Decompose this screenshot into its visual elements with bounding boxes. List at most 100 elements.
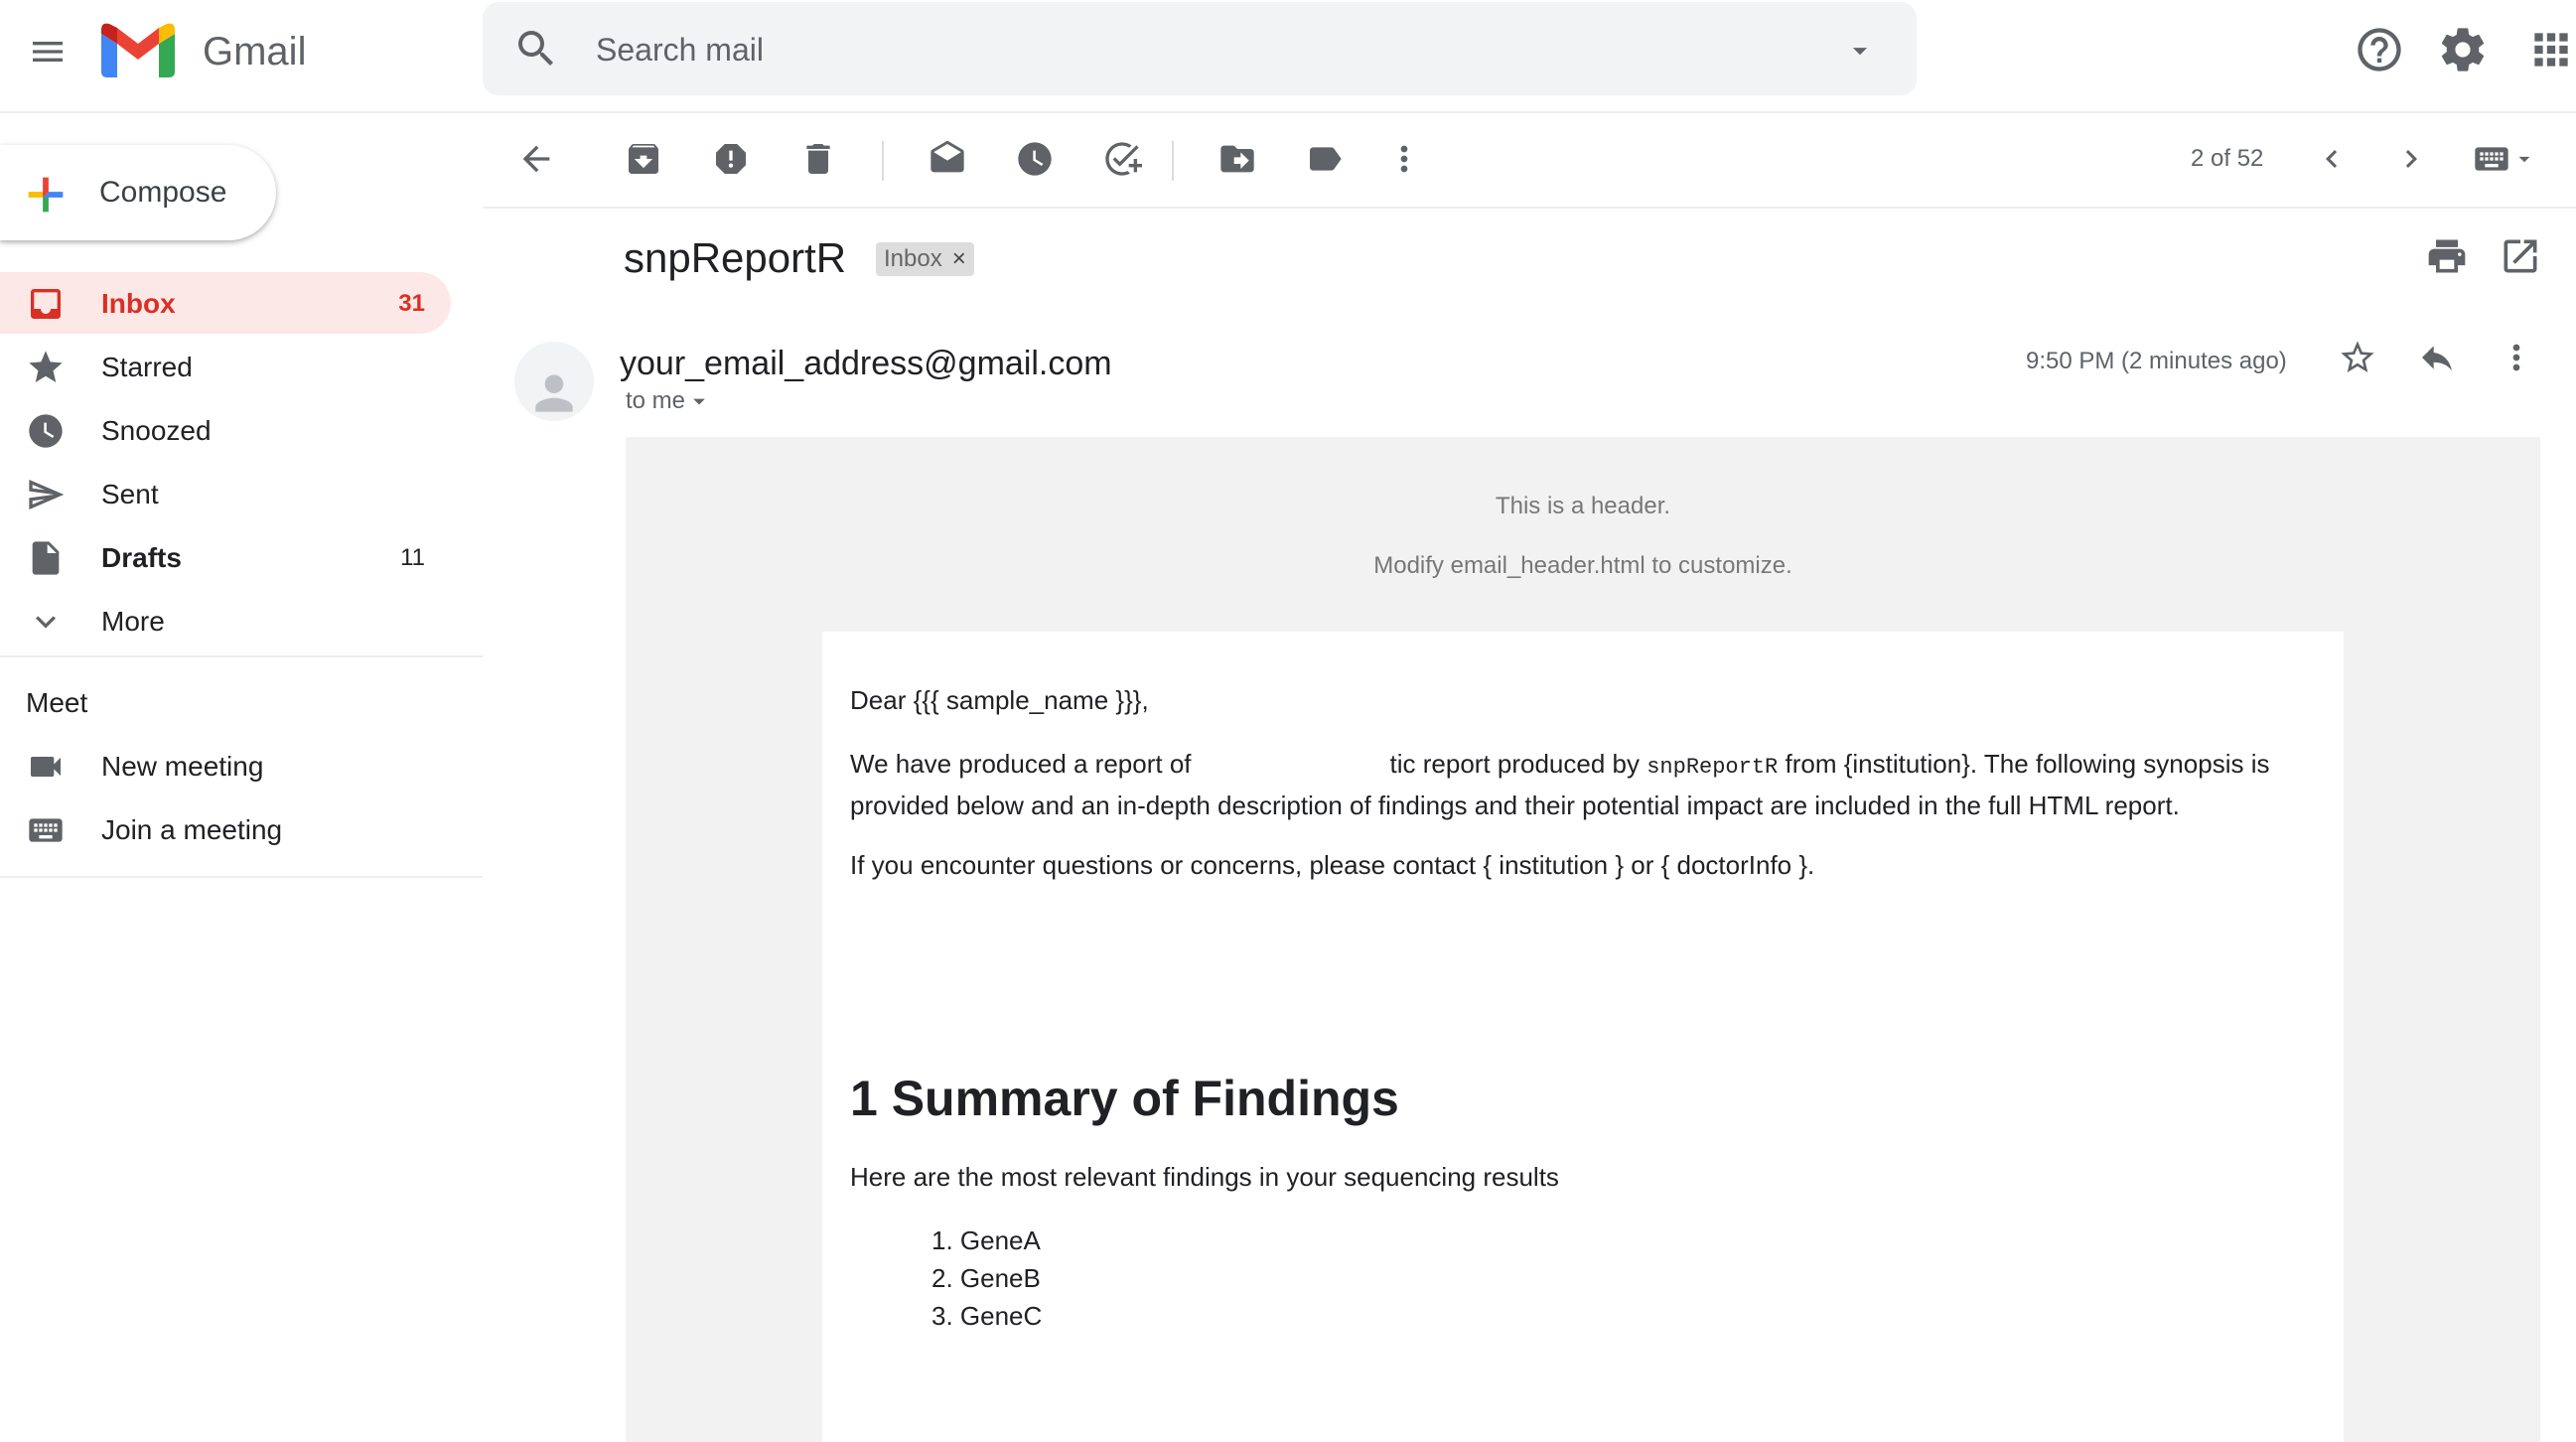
sidebar-item-sent[interactable]: Sent bbox=[0, 463, 451, 524]
newer-button[interactable] bbox=[2308, 135, 2356, 183]
sidebar-divider bbox=[0, 655, 483, 657]
hamburger-menu-icon bbox=[33, 42, 63, 62]
paragraph-text: from {institution}. The following synops… bbox=[1785, 749, 2270, 779]
clock-icon bbox=[1018, 142, 1052, 176]
paragraph-text: tic report produced by bbox=[1389, 749, 1640, 779]
draft-count: 11 bbox=[400, 544, 425, 571]
sidebar-item-label: Drafts bbox=[101, 542, 182, 573]
inbox-label-badge: Inbox × bbox=[876, 242, 974, 276]
label-icon bbox=[1310, 147, 1342, 171]
sidebar-item-drafts[interactable]: Drafts 11 bbox=[0, 526, 451, 588]
sidebar-item-label: Join a meeting bbox=[101, 814, 283, 845]
sidebar-item-label: Inbox bbox=[101, 288, 176, 319]
print-all-button[interactable] bbox=[2425, 234, 2473, 282]
message-more-button[interactable] bbox=[2497, 338, 2544, 385]
list-item: 1. GeneA bbox=[931, 1226, 1041, 1255]
gmail-m-icon bbox=[101, 23, 175, 77]
brand-name: Gmail bbox=[203, 30, 307, 73]
apps-grid-icon bbox=[2534, 33, 2568, 67]
plus-icon bbox=[20, 169, 72, 220]
gmail-logo[interactable] bbox=[101, 20, 175, 79]
toolbar-separator bbox=[1172, 141, 1174, 181]
findings-intro: Here are the most relevant findings in y… bbox=[850, 1162, 1559, 1192]
star-icon bbox=[26, 348, 66, 387]
sidebar-item-more[interactable]: More bbox=[0, 590, 451, 651]
reply-button[interactable] bbox=[2417, 338, 2465, 385]
older-button[interactable] bbox=[2387, 135, 2435, 183]
snooze-button[interactable] bbox=[1011, 135, 1059, 183]
support-button[interactable] bbox=[2354, 24, 2405, 75]
inline-code: snpReportR bbox=[1646, 755, 1779, 780]
caret-down-icon bbox=[2518, 156, 2530, 163]
send-icon bbox=[26, 475, 66, 514]
list-item: 3. GeneC bbox=[931, 1301, 1043, 1331]
more-vert-icon bbox=[1400, 145, 1408, 173]
clock-icon bbox=[26, 411, 66, 451]
more-vert-icon bbox=[2512, 344, 2520, 371]
sidebar-item-inbox[interactable]: Inbox 31 bbox=[0, 272, 451, 334]
sidebar-item-join-meeting[interactable]: Join a meeting bbox=[0, 798, 451, 860]
add-to-tasks-button[interactable] bbox=[1098, 135, 1146, 183]
move-to-icon bbox=[1220, 145, 1254, 173]
sidebar-item-snoozed[interactable]: Snoozed bbox=[0, 399, 451, 461]
message-timestamp: 9:50 PM (2 minutes ago) bbox=[2026, 348, 2287, 374]
more-actions-button[interactable] bbox=[1380, 135, 1428, 183]
back-button[interactable] bbox=[512, 135, 560, 183]
inbox-icon bbox=[26, 284, 66, 324]
sidebar-item-label: Sent bbox=[101, 479, 159, 509]
settings-button[interactable] bbox=[2437, 24, 2489, 75]
greeting: Dear {{{ sample_name }}}, bbox=[850, 685, 1149, 715]
google-apps-button[interactable] bbox=[2526, 24, 2576, 75]
main-menu-button[interactable] bbox=[20, 24, 75, 79]
sidebar-item-new-meeting[interactable]: New meeting bbox=[0, 735, 451, 796]
help-icon bbox=[2358, 28, 2401, 72]
keyboard-icon bbox=[26, 810, 66, 850]
archive-icon bbox=[629, 144, 658, 174]
compose-label: Compose bbox=[99, 176, 227, 209]
top-bar: Gmail bbox=[0, 0, 2576, 113]
gear-icon bbox=[2441, 28, 2485, 72]
message-toolbar: 2 of 52 bbox=[483, 111, 2576, 209]
caret-down-icon bbox=[1852, 48, 1868, 56]
recipient-details-toggle[interactable]: to me bbox=[626, 385, 713, 417]
contact-paragraph: If you encounter questions or concerns, … bbox=[850, 850, 1815, 880]
search-options-button[interactable] bbox=[1843, 34, 1877, 68]
labels-button[interactable] bbox=[1301, 135, 1349, 183]
open-new-window-button[interactable] bbox=[2499, 234, 2546, 282]
archive-button[interactable] bbox=[620, 135, 667, 183]
search-icon bbox=[518, 31, 553, 66]
sidebar-item-label: Starred bbox=[101, 352, 193, 382]
star-outline-icon bbox=[2341, 341, 2374, 372]
remove-label-button[interactable]: × bbox=[952, 245, 966, 273]
move-to-button[interactable] bbox=[1214, 135, 1261, 183]
sidebar-item-label: New meeting bbox=[101, 751, 264, 782]
search-input[interactable] bbox=[594, 20, 1789, 79]
trash-icon bbox=[806, 144, 830, 174]
mark-unread-button[interactable] bbox=[924, 135, 971, 183]
draft-icon bbox=[26, 538, 66, 578]
input-tools-button[interactable] bbox=[2465, 135, 2544, 183]
mark-unread-icon bbox=[930, 140, 964, 173]
search-button[interactable] bbox=[512, 25, 560, 72]
reply-icon bbox=[2422, 346, 2452, 371]
sidebar-item-label: More bbox=[101, 606, 165, 637]
pagination-count: 2 of 52 bbox=[2191, 145, 2264, 172]
email-header-line: This is a header. bbox=[1495, 493, 1671, 519]
star-message-button[interactable] bbox=[2338, 338, 2385, 385]
compose-button[interactable]: Compose bbox=[0, 145, 276, 240]
report-spam-button[interactable] bbox=[707, 135, 755, 183]
sender-address[interactable]: your_email_address@gmail.com bbox=[620, 342, 1112, 385]
sidebar-item-starred[interactable]: Starred bbox=[0, 336, 451, 397]
toolbar-separator bbox=[882, 141, 884, 181]
delete-button[interactable] bbox=[794, 135, 842, 183]
email-content-card: Dear {{{ sample_name }}}, We have produc… bbox=[822, 632, 2344, 1442]
arrow-back-icon bbox=[522, 145, 550, 173]
caret-down-icon bbox=[693, 398, 705, 405]
email-header-note: Modify email_header.html to customize. bbox=[1373, 552, 1792, 579]
list-item: 2. GeneB bbox=[931, 1263, 1041, 1293]
videocam-icon bbox=[26, 747, 66, 787]
chevron-down-icon bbox=[26, 602, 66, 642]
add-task-icon bbox=[1105, 142, 1142, 176]
label-badge-text: Inbox bbox=[884, 245, 942, 272]
person-icon bbox=[535, 374, 573, 412]
